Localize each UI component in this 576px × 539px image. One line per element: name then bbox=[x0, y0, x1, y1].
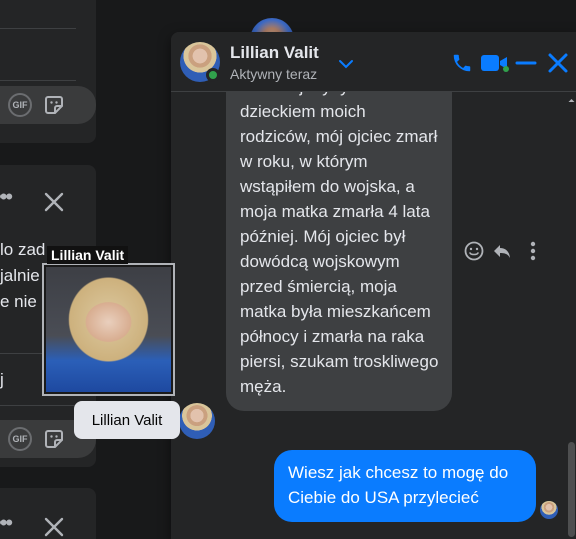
profile-hover-card[interactable] bbox=[42, 263, 175, 396]
sticker-icon[interactable] bbox=[42, 427, 66, 451]
online-status-dot bbox=[206, 68, 220, 82]
feed-post-card: ••• bbox=[0, 488, 96, 539]
more-options-icon[interactable]: ••• bbox=[0, 184, 13, 210]
gif-icon[interactable]: GIF bbox=[8, 427, 32, 451]
outgoing-message[interactable]: Wiesz jak chcesz to mogę do Ciebie do US… bbox=[274, 450, 536, 522]
post-text-line: lo zad bbox=[0, 240, 46, 259]
close-icon[interactable] bbox=[44, 517, 64, 537]
close-chat-icon[interactable] bbox=[547, 51, 569, 75]
contact-name[interactable]: Lillian Valit bbox=[230, 43, 319, 63]
more-options-icon[interactable]: ••• bbox=[0, 510, 13, 536]
react-emoji-icon[interactable] bbox=[463, 240, 485, 262]
chevron-down-icon[interactable] bbox=[337, 55, 355, 73]
phone-call-icon[interactable] bbox=[451, 51, 473, 75]
comment-text: j bbox=[0, 370, 4, 389]
contact-status: Aktywny teraz bbox=[230, 66, 318, 82]
post-text-line: e nie bbox=[0, 292, 37, 311]
minimize-icon[interactable] bbox=[515, 51, 537, 75]
divider bbox=[0, 28, 76, 29]
comment-input[interactable]: GIF bbox=[0, 86, 96, 124]
reply-icon[interactable] bbox=[491, 240, 513, 262]
post-text-line: jalnie bbox=[0, 266, 40, 285]
gif-icon[interactable]: GIF bbox=[8, 93, 32, 117]
more-icon[interactable] bbox=[522, 240, 544, 262]
profile-photo bbox=[46, 267, 171, 392]
seen-receipt-avatar bbox=[540, 501, 558, 519]
chat-header: Lillian Valit Aktywny teraz bbox=[171, 32, 576, 92]
chat-window: Lillian Valit Aktywny teraz Jestem jedyn… bbox=[171, 32, 576, 539]
sender-avatar[interactable] bbox=[179, 403, 215, 439]
video-call-icon[interactable] bbox=[480, 51, 510, 75]
scrollbar-thumb[interactable] bbox=[568, 442, 575, 537]
hover-card-label: Lillian Valit bbox=[47, 246, 129, 264]
name-tooltip: Lillian Valit bbox=[74, 401, 180, 439]
incoming-message[interactable]: Jestem jedynym dzieckiem moich rodziców,… bbox=[226, 92, 452, 411]
feed-post-card: GIF bbox=[0, 0, 96, 143]
sticker-icon[interactable] bbox=[42, 93, 66, 117]
message-list[interactable]: Jestem jedynym dzieckiem moich rodziców,… bbox=[171, 92, 576, 539]
divider bbox=[0, 80, 76, 81]
close-icon[interactable] bbox=[44, 192, 64, 212]
